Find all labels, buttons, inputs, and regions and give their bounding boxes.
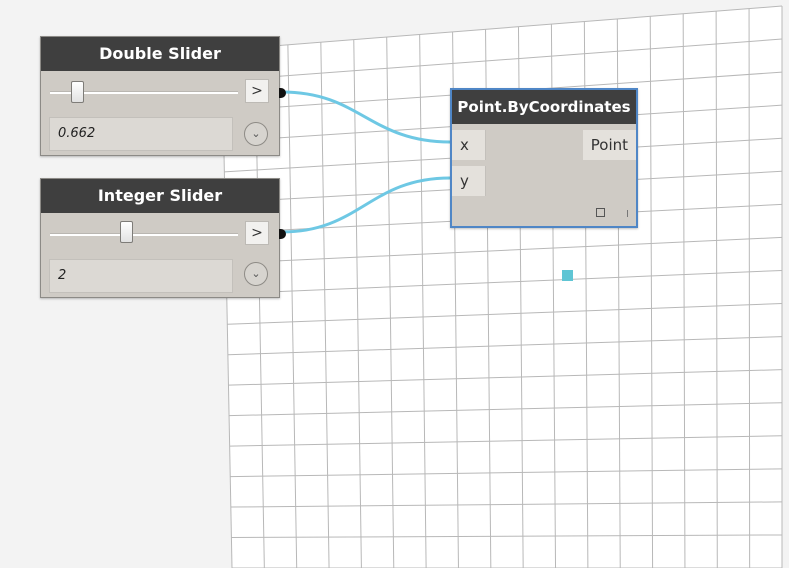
integer-slider-node[interactable]: Integer Slider > 2 ⌄	[40, 178, 286, 298]
point-bycoordinates-node[interactable]: Point.ByCoordinates x y Point	[450, 88, 638, 228]
integer-slider-track[interactable]	[50, 233, 238, 236]
double-slider-node[interactable]: Double Slider > 0.662 ⌄	[40, 36, 286, 156]
input-port-x[interactable]: x	[452, 130, 486, 160]
double-slider-value[interactable]: 0.662	[49, 117, 233, 151]
grid-line	[748, 8, 751, 568]
integer-slider-title[interactable]: Integer Slider	[41, 179, 279, 213]
output-port-point[interactable]: Point	[582, 130, 636, 160]
double-slider-title[interactable]: Double Slider	[41, 37, 279, 71]
square-outline-icon[interactable]	[596, 208, 605, 217]
resize-grip-icon	[627, 210, 628, 217]
point-preview-marker	[562, 270, 573, 281]
input-port-y[interactable]: y	[452, 166, 486, 196]
integer-slider-thumb[interactable]	[120, 221, 133, 243]
chevron-down-icon[interactable]: ⌄	[244, 122, 268, 146]
double-slider-thumb[interactable]	[71, 81, 84, 103]
integer-slider-value[interactable]: 2	[49, 259, 233, 293]
integer-slider-expand-button[interactable]: >	[245, 221, 269, 245]
point-node-title[interactable]: Point.ByCoordinates	[452, 90, 636, 124]
workspace-canvas[interactable]: Double Slider > 0.662 ⌄ Integer Slider >…	[0, 0, 789, 568]
chevron-down-icon[interactable]: ⌄	[244, 262, 268, 286]
double-slider-expand-button[interactable]: >	[245, 79, 269, 103]
